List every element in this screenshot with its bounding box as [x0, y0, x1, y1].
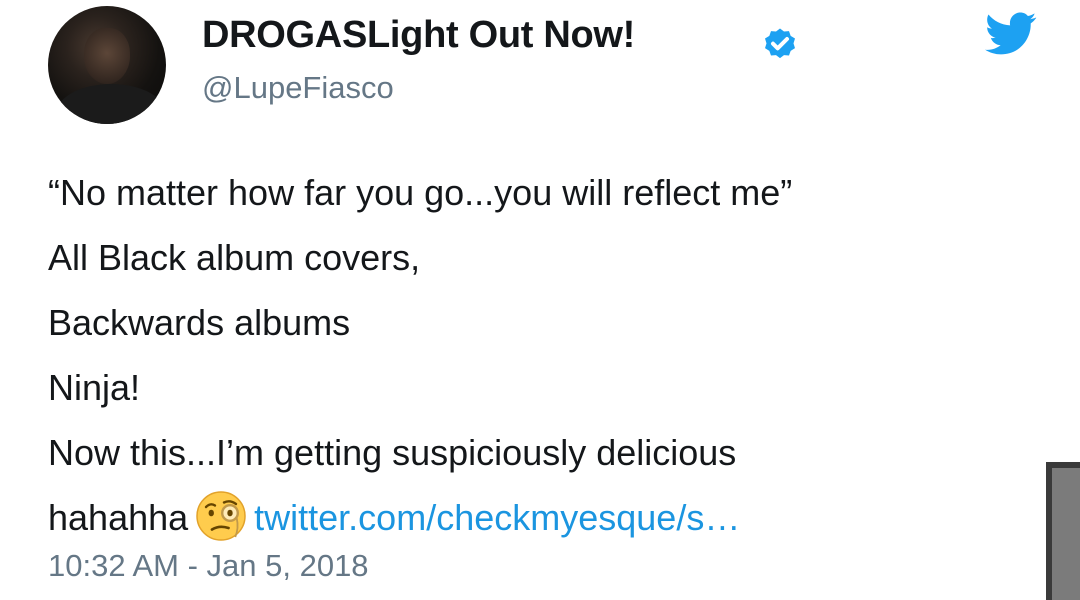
avatar-face: [84, 28, 130, 84]
tweet-line-last: hahahha twitter.com/checkmyesque/s…: [48, 485, 1028, 550]
tweet-line-text: hahahha: [48, 497, 189, 538]
tweet-line: Backwards albums: [48, 302, 351, 343]
tweet-line: All Black album covers,: [48, 237, 421, 278]
tweet-line: “No matter how far you go...you will ref…: [48, 172, 793, 213]
twitter-bird-icon[interactable]: [985, 12, 1037, 56]
face-with-monocle-icon: [196, 491, 246, 542]
verified-badge-icon: [765, 28, 795, 59]
tweet-line: Ninja!: [48, 367, 141, 408]
tweet-line: Now this...I’m getting suspiciously deli…: [48, 432, 737, 473]
tweet-timestamp[interactable]: 10:32 AM - Jan 5, 2018: [48, 548, 369, 584]
scrollbar[interactable]: [1046, 462, 1080, 600]
tweet-link[interactable]: twitter.com/checkmyesque/s…: [254, 497, 740, 538]
tweet-text: “No matter how far you go...you will ref…: [48, 160, 1028, 550]
avatar[interactable]: [48, 6, 166, 124]
avatar-shoulder: [56, 84, 166, 124]
user-handle[interactable]: @LupeFiasco: [202, 70, 394, 106]
tweet-card: DROGASLight Out Now! @LupeFiasco “No mat…: [0, 0, 1080, 600]
display-name[interactable]: DROGASLight Out Now!: [202, 14, 635, 57]
